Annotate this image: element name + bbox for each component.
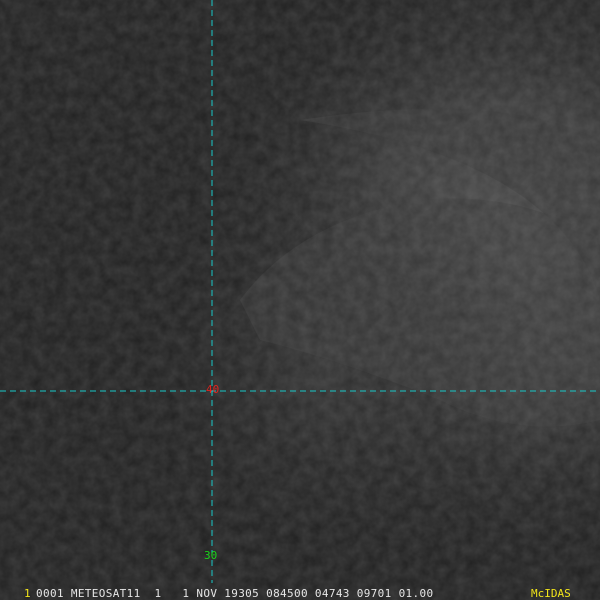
satellite-image-viewer: 40 30 1 0001 METEOSAT11 1 1 NOV 19305 08… — [0, 0, 600, 600]
latitude-label-30: 30 — [204, 549, 218, 562]
latitude-label-40: 40 — [206, 383, 220, 396]
image-texture — [0, 0, 600, 600]
status-bar: 1 0001 METEOSAT11 1 1 NOV 19305 084500 0… — [0, 587, 600, 600]
frame-number: 1 — [24, 587, 31, 600]
image-info-text: 0001 METEOSAT11 1 1 NOV 19305 084500 047… — [36, 587, 434, 600]
satellite-ir-image — [0, 0, 600, 600]
mcidas-brand: McIDAS — [531, 587, 571, 600]
